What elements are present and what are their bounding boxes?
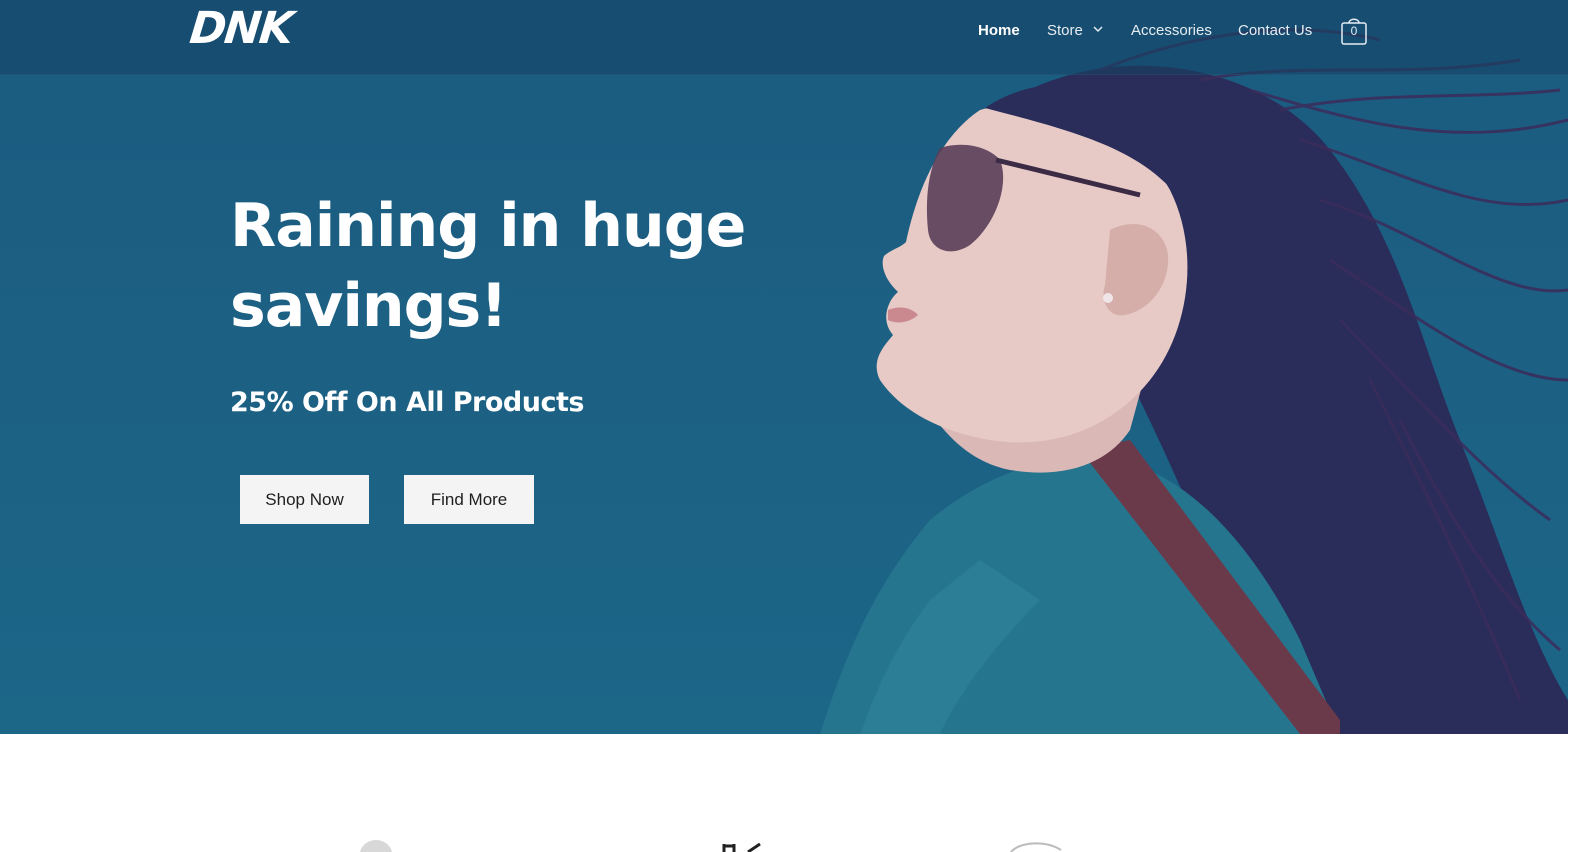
nav-item-store[interactable]: Store bbox=[1047, 20, 1103, 42]
brand-logo-2 bbox=[722, 842, 761, 852]
brands-section bbox=[0, 734, 1568, 852]
nav-item-accessories[interactable]: Accessories bbox=[1131, 20, 1212, 42]
nav-item-store-label: Store bbox=[1047, 22, 1083, 39]
site-logo[interactable]: DNK bbox=[187, 3, 294, 54]
site-header: DNK Home Store Accessories Contact Us 0 bbox=[0, 0, 1568, 75]
hero-subheadline: 25% Off On All Products bbox=[230, 387, 584, 418]
hero-image bbox=[820, 28, 1568, 734]
hero-section: DNK Home Store Accessories Contact Us 0 bbox=[0, 0, 1568, 734]
shop-now-button[interactable]: Shop Now bbox=[240, 475, 369, 524]
hero-headline: Raining in huge savings! bbox=[230, 191, 746, 341]
find-more-button[interactable]: Find More bbox=[404, 475, 534, 524]
nav-item-home[interactable]: Home bbox=[978, 20, 1020, 42]
nav-item-contact[interactable]: Contact Us bbox=[1238, 20, 1312, 42]
scrollbar-gutter bbox=[1568, 0, 1578, 852]
cart-count: 0 bbox=[1350, 24, 1358, 38]
brand-logo-1 bbox=[360, 840, 392, 852]
chevron-down-icon bbox=[1093, 26, 1103, 33]
page: DNK Home Store Accessories Contact Us 0 bbox=[0, 0, 1578, 852]
brand-logo-3 bbox=[1010, 842, 1062, 852]
cart-button[interactable]: 0 bbox=[1341, 15, 1367, 45]
